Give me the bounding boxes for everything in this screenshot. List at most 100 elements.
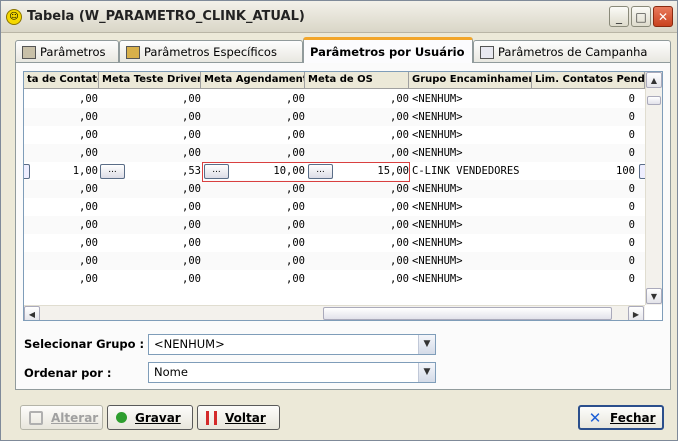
- cell-driver[interactable]: ,00: [99, 234, 201, 252]
- voltar-button[interactable]: Voltar: [197, 405, 280, 430]
- cell-os[interactable]: ,00: [305, 234, 409, 252]
- horizontal-scrollbar[interactable]: ◀ ▶: [24, 305, 645, 320]
- cell-os[interactable]: ,00: [305, 108, 409, 126]
- cell-os[interactable]: ,00: [305, 144, 409, 162]
- col-header-lim-contatos-pend[interactable]: Lim. Contatos Pend.: [532, 72, 645, 89]
- cell-driver[interactable]: ,00: [99, 216, 201, 234]
- chevron-down-icon[interactable]: ▼: [418, 363, 435, 382]
- cell-contatos[interactable]: ,00: [24, 216, 98, 234]
- cell-contatos[interactable]: ,00: [24, 144, 98, 162]
- cell-contatos[interactable]: ,00: [24, 252, 98, 270]
- vertical-scrollbar[interactable]: ▲ ▼: [645, 72, 662, 305]
- col-header-meta-agendamento[interactable]: Meta Agendamento: [201, 72, 305, 89]
- tab-parametros[interactable]: Parâmetros: [15, 40, 119, 63]
- table-row[interactable]: ,00,00,00,00 <NENHUM> 0: [24, 108, 645, 126]
- cell-lim[interactable]: 0: [532, 90, 635, 108]
- horizontal-scroll-thumb[interactable]: [323, 307, 612, 320]
- table-row[interactable]: 1,00,53 10,00 15,00 C-LINK VENDEDORES 100...…: [24, 162, 645, 180]
- cell-agendamento[interactable]: ,00: [201, 126, 305, 144]
- col-header-contatos[interactable]: ta de Contatos: [24, 72, 99, 89]
- cell-contatos[interactable]: ,00: [24, 90, 98, 108]
- cell-lim[interactable]: 0: [532, 198, 635, 216]
- cell-agendamento[interactable]: ,00: [201, 234, 305, 252]
- user-params-grid[interactable]: ta de Contatos Meta Teste Driver Meta Ag…: [23, 71, 663, 321]
- cell-grupo[interactable]: <NENHUM>: [412, 108, 532, 126]
- tab-parametros-por-usuario[interactable]: Parâmetros por Usuário: [303, 37, 473, 63]
- cell-grupo[interactable]: <NENHUM>: [412, 126, 532, 144]
- table-row[interactable]: ,00,00,00,00 <NENHUM> 0: [24, 180, 645, 198]
- cell-driver[interactable]: ,00: [99, 198, 201, 216]
- cell-driver[interactable]: ,00: [99, 126, 201, 144]
- tab-parametros-especificos[interactable]: Parâmetros Específicos: [119, 40, 303, 63]
- cell-agendamento[interactable]: ,00: [201, 144, 305, 162]
- cell-os[interactable]: ,00: [305, 90, 409, 108]
- cell-grupo[interactable]: <NENHUM>: [412, 252, 532, 270]
- grupo-select[interactable]: <NENHUM> ▼: [148, 334, 436, 355]
- cell-grupo[interactable]: <NENHUM>: [412, 216, 532, 234]
- cell-lim[interactable]: 0: [532, 180, 635, 198]
- cell-contatos[interactable]: ,00: [24, 270, 98, 288]
- cell-contatos[interactable]: ,00: [24, 108, 98, 126]
- col-header-meta-de-os[interactable]: Meta de OS: [305, 72, 409, 89]
- scroll-left-button[interactable]: ◀: [24, 306, 40, 320]
- table-row[interactable]: ,00,00,00,00 <NENHUM> 0: [24, 198, 645, 216]
- scroll-down-button[interactable]: ▼: [646, 288, 662, 304]
- scroll-up-button[interactable]: ▲: [646, 72, 662, 88]
- cell-edit-button[interactable]: [24, 164, 30, 179]
- cell-driver[interactable]: ,00: [99, 144, 201, 162]
- cell-grupo[interactable]: <NENHUM>: [412, 198, 532, 216]
- cell-lim[interactable]: 0: [532, 234, 635, 252]
- cell-contatos[interactable]: ,00: [24, 234, 98, 252]
- cell-agendamento[interactable]: ,00: [201, 180, 305, 198]
- cell-lim[interactable]: 100: [532, 162, 635, 180]
- cell-lim[interactable]: 0: [532, 126, 635, 144]
- cell-driver[interactable]: ,00: [99, 180, 201, 198]
- table-row[interactable]: ,00,00,00,00 <NENHUM> 0: [24, 90, 645, 108]
- title-bar[interactable]: ☺ Tabela (W_PARAMETRO_CLINK_ATUAL) _ □ ✕: [1, 1, 677, 33]
- cell-os[interactable]: ,00: [305, 252, 409, 270]
- cell-lookup-button[interactable]: ...: [100, 164, 125, 179]
- cell-driver[interactable]: ,00: [99, 90, 201, 108]
- cell-os[interactable]: ,00: [305, 216, 409, 234]
- cell-agendamento[interactable]: ,00: [201, 198, 305, 216]
- maximize-button[interactable]: □: [631, 6, 651, 27]
- table-row[interactable]: ,00,00,00,00 <NENHUM> 0: [24, 270, 645, 288]
- table-row[interactable]: ,00,00,00,00 <NENHUM> 0: [24, 252, 645, 270]
- scroll-right-button[interactable]: ▶: [628, 306, 644, 320]
- cell-driver[interactable]: ,00: [99, 252, 201, 270]
- col-header-grupo-encaminhamento[interactable]: Grupo Encaminhamento: [409, 72, 532, 89]
- table-row[interactable]: ,00,00,00,00 <NENHUM> 0: [24, 126, 645, 144]
- table-row[interactable]: ,00,00,00,00 <NENHUM> 0: [24, 144, 645, 162]
- cell-agendamento[interactable]: ,00: [201, 252, 305, 270]
- tab-parametros-de-campanha[interactable]: Parâmetros de Campanha: [473, 40, 671, 63]
- cell-contatos[interactable]: ,00: [24, 198, 98, 216]
- close-button[interactable]: ✕: [653, 6, 673, 27]
- ordenar-select[interactable]: Nome ▼: [148, 362, 436, 383]
- cell-contatos[interactable]: ,00: [24, 126, 98, 144]
- gravar-button[interactable]: Gravar: [107, 405, 193, 430]
- cell-lim[interactable]: 0: [532, 144, 635, 162]
- chevron-down-icon[interactable]: ▼: [418, 335, 435, 354]
- col-header-meta-teste-driver[interactable]: Meta Teste Driver: [99, 72, 201, 89]
- cell-contatos[interactable]: ,00: [24, 180, 98, 198]
- cell-agendamento[interactable]: ,00: [201, 90, 305, 108]
- table-row[interactable]: ,00,00,00,00 <NENHUM> 0: [24, 234, 645, 252]
- cell-lookup-button[interactable]: ...: [308, 164, 333, 179]
- cell-agendamento[interactable]: ,00: [201, 108, 305, 126]
- minimize-button[interactable]: _: [609, 6, 629, 27]
- cell-agendamento[interactable]: ,00: [201, 270, 305, 288]
- table-row[interactable]: ,00,00,00,00 <NENHUM> 0: [24, 216, 645, 234]
- cell-grupo[interactable]: <NENHUM>: [412, 144, 532, 162]
- cell-grupo[interactable]: <NENHUM>: [412, 234, 532, 252]
- cell-os[interactable]: ,00: [305, 270, 409, 288]
- cell-lim[interactable]: 0: [532, 108, 635, 126]
- cell-grupo[interactable]: C-LINK VENDEDORES: [412, 162, 532, 180]
- cell-grupo[interactable]: <NENHUM>: [412, 180, 532, 198]
- cell-lookup-button[interactable]: ...: [204, 164, 229, 179]
- cell-os[interactable]: ,00: [305, 198, 409, 216]
- cell-grupo[interactable]: <NENHUM>: [412, 270, 532, 288]
- cell-lim[interactable]: 0: [532, 252, 635, 270]
- cell-os[interactable]: ,00: [305, 180, 409, 198]
- cell-lim[interactable]: 0: [532, 270, 635, 288]
- cell-driver[interactable]: ,00: [99, 108, 201, 126]
